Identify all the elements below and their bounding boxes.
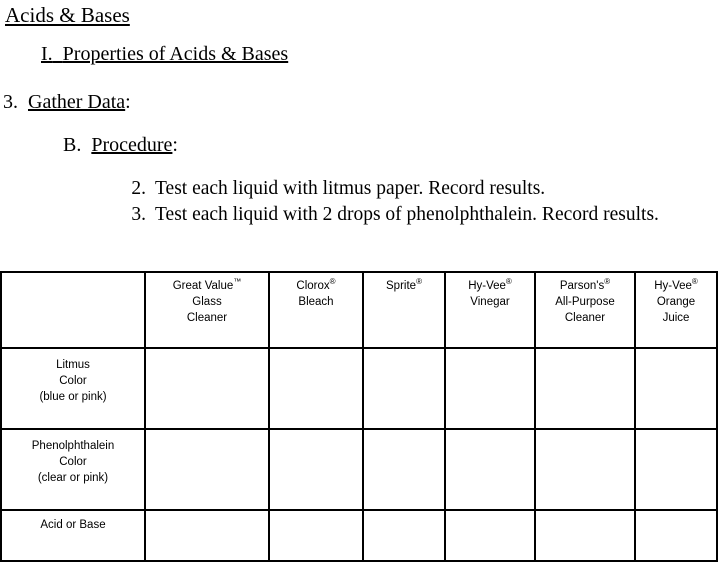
header-line: Juice bbox=[662, 312, 690, 324]
table-header-parsons-all-purpose-cleaner: Parson's® All-Purpose Cleaner bbox=[534, 271, 636, 349]
registered-icon: ® bbox=[329, 277, 336, 287]
table-row: Phenolphthalein Color (clear or pink) bbox=[0, 428, 718, 511]
header-line: Sprite bbox=[386, 280, 417, 292]
procedure-steps-list: 2. Test each liquid with litmus paper. R… bbox=[120, 176, 720, 228]
row-label-line: Color bbox=[59, 456, 87, 468]
table-header-clorox-bleach: Clorox® Bleach bbox=[268, 271, 364, 349]
table-header-corner-cell bbox=[0, 271, 146, 349]
header-line: Great Value bbox=[172, 280, 234, 292]
header-line: Cleaner bbox=[186, 312, 228, 324]
header-line: Vinegar bbox=[470, 296, 510, 308]
row-label-line: (clear or pink) bbox=[37, 472, 109, 484]
table-header-row: Great Value™ Glass Cleaner Clorox® Bleac… bbox=[0, 271, 718, 349]
cell-phenolphthalein-clorox[interactable] bbox=[268, 428, 364, 511]
procedure-step: 2. Test each liquid with litmus paper. R… bbox=[120, 176, 720, 202]
table-header-great-value-glass-cleaner: Great Value™ Glass Cleaner bbox=[144, 271, 270, 349]
row-label-line: Color bbox=[59, 375, 87, 387]
outline-item-gather-data: 3. Gather Data: bbox=[3, 90, 131, 114]
table-header-sprite: Sprite® bbox=[362, 271, 446, 349]
outline-item-procedure: B. Procedure: bbox=[63, 133, 178, 157]
header-line: Orange bbox=[656, 296, 696, 308]
data-collection-table: Great Value™ Glass Cleaner Clorox® Bleac… bbox=[0, 271, 718, 562]
header-line: Cleaner bbox=[564, 312, 606, 324]
registered-icon: ® bbox=[604, 277, 611, 287]
row-label-line: Litmus bbox=[56, 359, 90, 371]
cell-acidbase-hyvee-orange-juice[interactable] bbox=[634, 509, 718, 562]
cell-phenolphthalein-parsons[interactable] bbox=[534, 428, 636, 511]
header-line: Hy-Vee bbox=[468, 280, 506, 292]
cell-phenolphthalein-hyvee-orange-juice[interactable] bbox=[634, 428, 718, 511]
cell-phenolphthalein-sprite[interactable] bbox=[362, 428, 446, 511]
row-label-line: Acid or Base bbox=[40, 519, 106, 531]
cell-phenolphthalein-hyvee-vinegar[interactable] bbox=[444, 428, 536, 511]
registered-icon: ® bbox=[416, 277, 422, 287]
header-line: Bleach bbox=[298, 296, 334, 308]
page-title-text: Acids & Bases bbox=[5, 3, 130, 27]
cell-acidbase-clorox[interactable] bbox=[268, 509, 364, 562]
cell-acidbase-hyvee-vinegar[interactable] bbox=[444, 509, 536, 562]
cell-acidbase-great-value[interactable] bbox=[144, 509, 270, 562]
procedure-step-text: Test each liquid with litmus paper. Reco… bbox=[155, 178, 546, 199]
row-label-litmus-color: Litmus Color (blue or pink) bbox=[0, 347, 146, 430]
table-header-hyvee-vinegar: Hy-Vee® Vinegar bbox=[444, 271, 536, 349]
outline-item-colon: : bbox=[125, 91, 131, 113]
section-roman-numeral: I. bbox=[41, 43, 53, 65]
row-label-line: (blue or pink) bbox=[39, 391, 107, 403]
outline-subitem-letter: B. bbox=[63, 134, 82, 156]
header-line: Hy-Vee bbox=[654, 280, 692, 292]
cell-litmus-great-value[interactable] bbox=[144, 347, 270, 430]
row-label-phenolphthalein-color: Phenolphthalein Color (clear or pink) bbox=[0, 428, 146, 511]
registered-icon: ® bbox=[691, 277, 698, 287]
cell-litmus-sprite[interactable] bbox=[362, 347, 446, 430]
page-title: Acids & Bases bbox=[5, 3, 130, 27]
cell-litmus-clorox[interactable] bbox=[268, 347, 364, 430]
header-line: Parson's bbox=[559, 280, 605, 292]
header-line: Glass bbox=[192, 296, 222, 308]
header-line: Clorox bbox=[296, 280, 330, 292]
cell-litmus-hyvee-vinegar[interactable] bbox=[444, 347, 536, 430]
table-row: Acid or Base bbox=[0, 509, 718, 562]
trademark-icon: ™ bbox=[233, 277, 242, 287]
table-row: Litmus Color (blue or pink) bbox=[0, 347, 718, 430]
procedure-step-number: 3. bbox=[131, 204, 146, 225]
outline-subitem-label: Procedure bbox=[91, 134, 173, 156]
section-heading-text: Properties of Acids & Bases bbox=[62, 43, 289, 65]
outline-subitem-colon: : bbox=[172, 134, 178, 156]
cell-litmus-hyvee-orange-juice[interactable] bbox=[634, 347, 718, 430]
row-label-line: Phenolphthalein bbox=[31, 440, 115, 452]
row-label-acid-or-base: Acid or Base bbox=[0, 509, 146, 562]
table-header-hyvee-orange-juice: Hy-Vee® Orange Juice bbox=[634, 271, 718, 349]
outline-item-number: 3. bbox=[3, 91, 18, 113]
cell-phenolphthalein-great-value[interactable] bbox=[144, 428, 270, 511]
section-heading: I. Properties of Acids & Bases bbox=[41, 42, 288, 66]
cell-acidbase-sprite[interactable] bbox=[362, 509, 446, 562]
outline-item-label: Gather Data bbox=[28, 91, 126, 113]
procedure-step-number: 2. bbox=[131, 178, 146, 199]
cell-acidbase-parsons[interactable] bbox=[534, 509, 636, 562]
registered-icon: ® bbox=[505, 277, 512, 287]
procedure-step-text: Test each liquid with 2 drops of phenolp… bbox=[155, 204, 659, 225]
header-line: All-Purpose bbox=[555, 296, 615, 308]
procedure-step: 3. Test each liquid with 2 drops of phen… bbox=[120, 202, 720, 228]
cell-litmus-parsons[interactable] bbox=[534, 347, 636, 430]
